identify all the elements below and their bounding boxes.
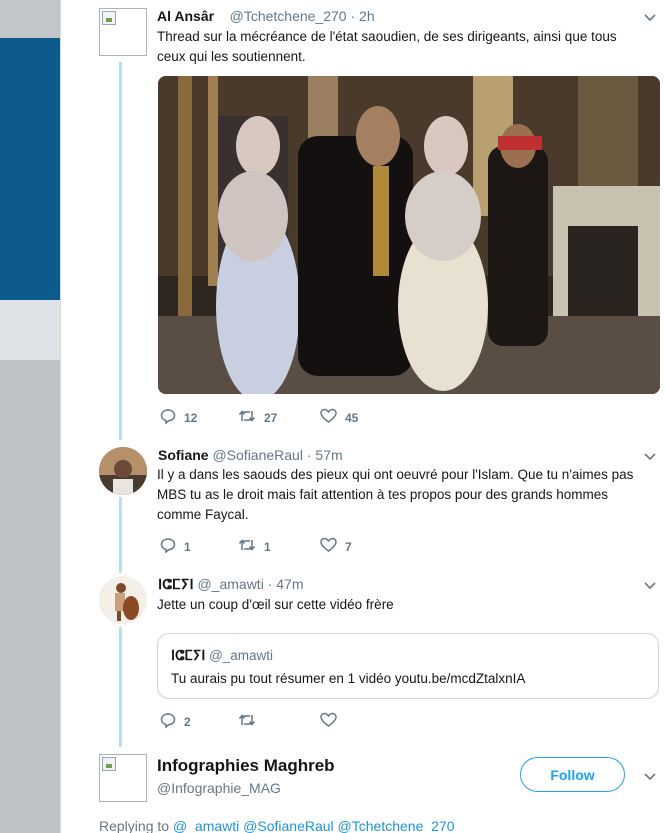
tweet-text-line: MBS tu as le droit mais fait attention à… <box>157 487 608 502</box>
timestamp[interactable]: 57m <box>315 447 342 463</box>
chevron-down-icon[interactable] <box>643 578 657 592</box>
display-name[interactable]: Infographies Maghreb <box>157 756 335 775</box>
reply-icon <box>160 712 176 731</box>
separator-dot: · <box>350 8 356 24</box>
like-count: 7 <box>345 539 352 554</box>
broken-image-icon <box>102 757 116 771</box>
retweet-icon <box>238 537 256 556</box>
tweet-actions: 12 27 45 <box>160 408 358 427</box>
display-name[interactable]: ⵏⵛⵎⵢⵏ <box>158 576 194 592</box>
user-handle[interactable]: @Infographie_MAG <box>157 780 281 796</box>
retweet-icon <box>238 712 256 731</box>
reply-count: 2 <box>184 714 191 729</box>
tweet-header: ⵏⵛⵎⵢⵏ @_amawti · 47m <box>158 576 304 593</box>
retweet-icon <box>238 408 256 427</box>
reply-button[interactable]: 2 <box>160 712 238 731</box>
retweet-button[interactable] <box>238 712 320 731</box>
quoted-tweet-header: ⵏⵛⵎⵢⵏ @_amawti <box>171 648 273 664</box>
thread-line <box>119 497 122 573</box>
quoted-tweet[interactable]: ⵏⵛⵎⵢⵏ @_amawti Tu aurais pu tout résumer… <box>157 633 659 699</box>
heart-icon <box>320 408 337 427</box>
reply-icon <box>160 408 176 427</box>
tweet-text-line: comme Faycal. <box>157 507 249 522</box>
replying-to-handles[interactable]: @_amawti @SofianeRaul @Tchetchene_270 <box>173 818 455 833</box>
follow-button[interactable]: Follow <box>520 757 625 792</box>
replying-to-label: Replying to <box>99 818 170 833</box>
avatar[interactable] <box>99 576 147 624</box>
thread-line <box>119 62 122 440</box>
tweet-text-line: Thread sur la mécréance de l'état saoudi… <box>157 29 617 44</box>
chevron-down-icon[interactable] <box>643 10 657 24</box>
quoted-user-handle: @_amawti <box>209 648 274 663</box>
avatar[interactable] <box>99 8 147 56</box>
tweet-text-line: ceux qui les soutiennent. <box>157 49 306 64</box>
quoted-tweet-text: Tu aurais pu tout résumer en 1 vidéo you… <box>171 671 526 686</box>
tweet-text: Jette un coup d'œil sur cette vidéo frèr… <box>157 597 394 612</box>
retweet-button[interactable]: 1 <box>238 537 320 556</box>
background-page <box>0 0 60 833</box>
display-name[interactable]: Al Ansâr <box>157 8 214 24</box>
display-name[interactable]: Sofiane <box>158 447 209 463</box>
background-header-band <box>0 38 60 300</box>
background-lower <box>0 360 60 833</box>
tweet-header: Al Ansâr @Tchetchene_270 · 2h <box>157 8 375 24</box>
background-strip <box>0 300 60 360</box>
quoted-display-name: ⵏⵛⵎⵢⵏ <box>171 648 206 663</box>
timestamp[interactable]: 2h <box>359 8 375 24</box>
like-button[interactable]: 45 <box>320 408 358 427</box>
user-handle[interactable]: @SofianeRaul <box>212 447 303 463</box>
tweet-actions: 1 1 7 <box>160 537 352 556</box>
retweet-count: 27 <box>264 410 278 425</box>
separator-dot: · <box>306 447 312 463</box>
retweet-count: 1 <box>264 539 271 554</box>
retweet-button[interactable]: 27 <box>238 408 320 427</box>
like-button[interactable] <box>320 712 345 731</box>
thread-line <box>119 627 122 747</box>
chevron-down-icon[interactable] <box>643 769 657 783</box>
tweet-photo[interactable] <box>158 76 660 394</box>
reply-icon <box>160 537 176 556</box>
avatar[interactable] <box>99 754 147 802</box>
reply-button[interactable]: 12 <box>160 408 238 427</box>
user-handle[interactable]: @_amawti <box>197 576 263 592</box>
reply-count: 12 <box>184 410 198 425</box>
heart-icon <box>320 712 337 731</box>
replying-to: Replying to @_amawti @SofianeRaul @Tchet… <box>99 818 455 833</box>
tweet-header: Sofiane @SofianeRaul · 57m <box>158 447 343 463</box>
tweet-text: Thread sur la mécréance de l'état saoudi… <box>157 27 652 67</box>
reply-button[interactable]: 1 <box>160 537 238 556</box>
account-name: Infographies Maghreb <box>157 756 335 776</box>
reply-count: 1 <box>184 539 191 554</box>
chevron-down-icon[interactable] <box>643 449 657 463</box>
separator-dot: · <box>267 576 273 592</box>
tweet-text: Il y a dans les saouds des pieux qui ont… <box>157 465 657 525</box>
avatar[interactable] <box>99 447 147 495</box>
tweet-actions: 2 <box>160 712 345 731</box>
like-count: 45 <box>345 410 359 425</box>
user-handle[interactable]: @Tchetchene_270 <box>230 8 347 24</box>
like-button[interactable]: 7 <box>320 537 352 556</box>
tweet-text-line: Il y a dans les saouds des pieux qui ont… <box>157 467 634 482</box>
timestamp[interactable]: 47m <box>276 576 303 592</box>
account-handle: @Infographie_MAG <box>157 780 281 796</box>
heart-icon <box>320 537 337 556</box>
broken-image-icon <box>102 11 116 25</box>
